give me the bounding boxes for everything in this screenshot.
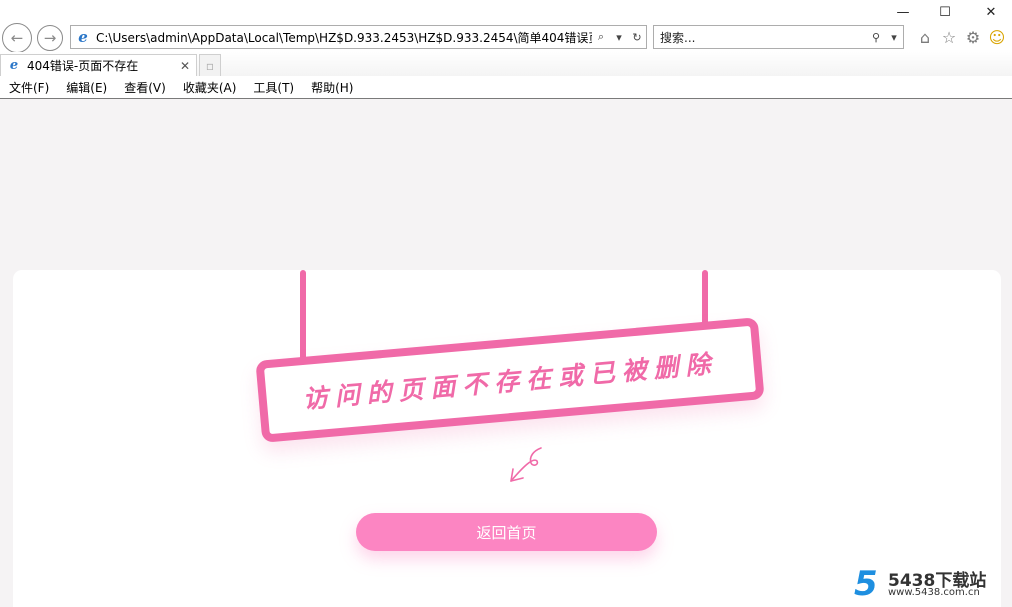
- menu-tools[interactable]: 工具(T): [248, 79, 299, 96]
- address-text[interactable]: C:\Users\admin\AppData\Local\Temp\HZ$D.9…: [92, 29, 592, 46]
- title-bar: — ☐ ✕: [0, 0, 1012, 24]
- search-dropdown-icon[interactable]: ▾: [885, 31, 903, 44]
- menu-help[interactable]: 帮助(H): [306, 79, 358, 96]
- back-button[interactable]: ←: [2, 23, 32, 53]
- tab-title: 404错误-页面不存在: [27, 59, 139, 73]
- address-bar[interactable]: e C:\Users\admin\AppData\Local\Temp\HZ$D…: [70, 25, 647, 49]
- address-dropdown-icon[interactable]: ▾: [610, 31, 628, 44]
- home-icon[interactable]: ⌂: [914, 26, 936, 48]
- return-home-button[interactable]: 返回首页: [356, 513, 657, 551]
- return-home-label: 返回首页: [476, 523, 537, 542]
- favorites-star-icon[interactable]: ☆: [938, 26, 960, 48]
- ie-tab-icon: e: [9, 58, 19, 73]
- maximize-button[interactable]: ☐: [922, 0, 968, 24]
- search-box[interactable]: 搜索... ⚲ ▾: [653, 25, 904, 49]
- sign-rope-right: [702, 270, 708, 326]
- close-window-button[interactable]: ✕: [968, 0, 1012, 24]
- menu-favorites[interactable]: 收藏夹(A): [178, 79, 242, 96]
- error-message: 访问的页面不存在或已被删除: [301, 348, 719, 415]
- page-viewport: 访问的页面不存在或已被删除 返回首页 5 5438下载站 www.5438.co…: [0, 100, 1012, 607]
- refresh-icon[interactable]: ↻: [628, 31, 646, 44]
- new-tab-icon: ▫: [205, 58, 215, 73]
- down-arrow-icon: [510, 447, 542, 482]
- smiley-feedback-icon[interactable]: ☺: [986, 26, 1008, 48]
- search-icon: ⌕: [597, 30, 605, 43]
- forward-arrow-icon: →: [43, 29, 57, 47]
- watermark-url: www.5438.com.cn: [888, 587, 980, 598]
- search-magnifier-icon[interactable]: ⚲: [867, 31, 885, 44]
- ie-page-icon: e: [78, 28, 88, 46]
- close-tab-icon[interactable]: ✕: [180, 59, 196, 73]
- tab-strip: e 404错误-页面不存在 ✕ ▫: [0, 52, 1012, 76]
- back-arrow-icon: ←: [10, 29, 24, 47]
- menu-edit[interactable]: 编辑(E): [61, 79, 112, 96]
- error-card: [13, 270, 1001, 607]
- gear-icon[interactable]: ⚙: [962, 26, 984, 48]
- new-tab-button[interactable]: ▫: [199, 54, 221, 76]
- menu-file[interactable]: 文件(F): [4, 79, 54, 96]
- sign-rope-left: [300, 270, 306, 366]
- navigation-bar: ← → e C:\Users\admin\AppData\Local\Temp\…: [0, 22, 1012, 53]
- watermark-logo-icon: 5: [854, 564, 878, 604]
- tab-active[interactable]: e 404错误-页面不存在 ✕: [0, 54, 197, 76]
- site-watermark: 5 5438下载站 www.5438.com.cn: [852, 564, 1002, 604]
- menu-bar: 文件(F) 编辑(E) 查看(V) 收藏夹(A) 工具(T) 帮助(H): [0, 76, 1012, 99]
- forward-button[interactable]: →: [37, 25, 63, 51]
- search-input[interactable]: 搜索...: [654, 29, 867, 46]
- minimize-button[interactable]: —: [880, 0, 926, 24]
- menu-view[interactable]: 查看(V): [119, 79, 171, 96]
